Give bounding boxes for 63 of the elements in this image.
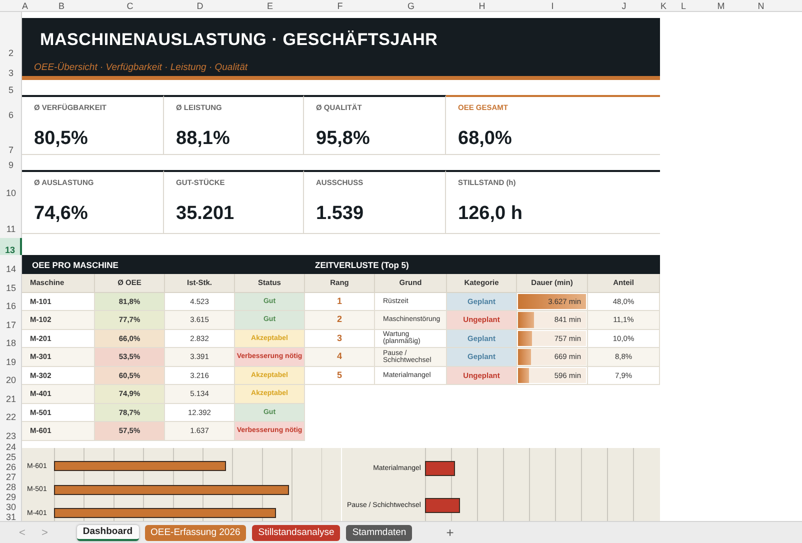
- row-header[interactable]: 31: [0, 512, 22, 522]
- table-cell: 3: [305, 330, 375, 348]
- row-header[interactable]: 23: [0, 422, 22, 440]
- row-header[interactable]: 20: [0, 366, 22, 385]
- column-header[interactable]: K: [660, 0, 667, 12]
- row-header[interactable]: 24: [0, 440, 22, 452]
- sheet-tab[interactable]: OEE-Erfassung 2026: [144, 524, 246, 541]
- kpi-value: 1.539: [316, 203, 364, 225]
- row-header[interactable]: 11: [0, 198, 22, 234]
- row-header[interactable]: 14: [0, 255, 22, 274]
- column-header[interactable]: L: [667, 0, 700, 12]
- column-header[interactable]: M: [700, 0, 742, 12]
- row-header[interactable]: 22: [0, 404, 22, 422]
- row-header[interactable]: 25: [0, 452, 22, 462]
- column-header[interactable]: F: [305, 0, 375, 12]
- row-header[interactable]: 29: [0, 492, 22, 502]
- row-header[interactable]: 30: [0, 502, 22, 512]
- dashboard-subtitle: OEE-Übersicht · Verfügbarkeit · Leistung · Qualität: [34, 62, 248, 73]
- row-header[interactable]: 16: [0, 292, 22, 311]
- column-header[interactable]: H: [447, 0, 517, 12]
- column-header[interactable]: E: [235, 0, 305, 12]
- row-header[interactable]: 18: [0, 330, 22, 348]
- kpi-value: 80,5%: [34, 128, 88, 150]
- row-header[interactable]: 15: [0, 274, 22, 292]
- section-title: OEE PRO MASCHINE: [31, 260, 118, 270]
- column-header[interactable]: B: [28, 0, 95, 12]
- kpi-value: 35.201: [176, 203, 234, 225]
- kpi-value: 68,0%: [458, 128, 512, 150]
- row-header[interactable]: 7: [0, 120, 22, 155]
- sheet-tab[interactable]: Stillstandsanalyse: [252, 524, 340, 541]
- kpi-value: 126,0 h: [458, 203, 522, 225]
- sheet-tab[interactable]: Dashboard: [76, 524, 138, 541]
- row-header[interactable]: 26: [0, 462, 22, 472]
- column-header[interactable]: G: [375, 0, 447, 12]
- table-cell: 2: [305, 311, 375, 330]
- row-header[interactable]: 27: [0, 472, 22, 482]
- row-header[interactable]: 3: [0, 58, 22, 78]
- row-header[interactable]: 19: [0, 348, 22, 366]
- row-header[interactable]: 17: [0, 311, 22, 330]
- kpi-value: 74,6%: [34, 203, 88, 225]
- section-title: ZEITVERLUSTE (Top 5): [314, 260, 409, 270]
- row-header[interactable]: 13: [0, 238, 22, 255]
- column-header[interactable]: N: [742, 0, 780, 12]
- row-header[interactable]: 9: [0, 160, 22, 170]
- column-header[interactable]: D: [165, 0, 235, 12]
- row-header[interactable]: 5: [0, 80, 22, 95]
- table-cell: 4: [305, 348, 375, 366]
- table-cell: 5: [305, 366, 375, 385]
- add-sheet-button[interactable]: +: [440, 524, 460, 542]
- row-header[interactable]: 28: [0, 482, 22, 492]
- column-header[interactable]: C: [95, 0, 165, 12]
- dashboard-title: MASCHINENAUSLASTUNG · GESCHÄFTSJAHR: [40, 30, 439, 50]
- row-header[interactable]: 21: [0, 385, 22, 404]
- column-header[interactable]: A: [22, 0, 28, 12]
- kpi-value: 95,8%: [316, 128, 370, 150]
- kpi-value: 88,1%: [176, 128, 230, 150]
- column-header[interactable]: I: [517, 0, 588, 12]
- column-header[interactable]: J: [588, 0, 660, 12]
- row-header[interactable]: 6: [0, 95, 22, 120]
- row-header[interactable]: 2: [0, 18, 22, 58]
- row-header[interactable]: 10: [0, 170, 22, 198]
- table-cell: 1: [305, 292, 375, 311]
- sheet-tab[interactable]: Stammdaten: [346, 524, 412, 541]
